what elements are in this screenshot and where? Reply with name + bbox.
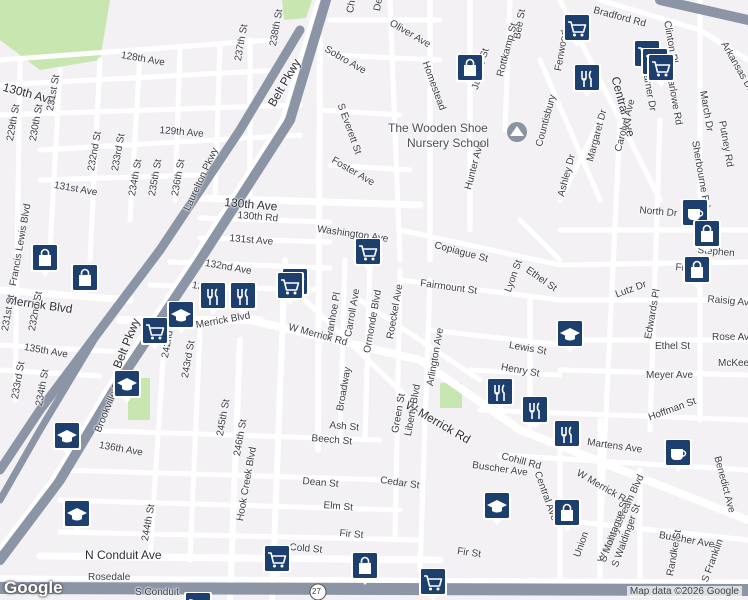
map-canvas[interactable]: CharlesDewitt StOliver AveBee StBradford… — [0, 0, 748, 600]
shopping-pin-icon[interactable] — [30, 242, 60, 278]
restaurant-pin-icon[interactable] — [228, 280, 258, 316]
street-label[interactable]: Rose Ave — [712, 332, 748, 343]
school-pin-icon[interactable] — [166, 299, 196, 335]
google-logo: Google — [4, 578, 63, 597]
grocery-pin-icon[interactable] — [140, 315, 170, 351]
restaurant-pin-icon[interactable] — [572, 62, 602, 98]
grocery-pin-icon[interactable] — [562, 12, 592, 48]
grocery-pin-icon[interactable] — [418, 566, 448, 600]
street-label[interactable]: S Conduit — [135, 587, 179, 598]
street-label[interactable]: Rosedale — [88, 572, 130, 583]
grocery-pin-icon[interactable] — [275, 270, 305, 306]
shopping-pin-icon[interactable] — [692, 218, 722, 254]
grocery-pin-icon[interactable] — [262, 543, 292, 579]
school-pin-icon[interactable] — [555, 318, 585, 354]
shopping-pin-icon[interactable] — [455, 52, 485, 88]
street-label[interactable]: McKee — [718, 358, 748, 369]
grocery-pin-icon[interactable] — [183, 590, 213, 600]
shopping-pin-icon[interactable] — [350, 550, 380, 586]
school-pin-icon[interactable] — [52, 420, 82, 456]
map-attribution: Map data ©2026 Google — [626, 586, 742, 597]
grocery-pin-icon[interactable] — [646, 52, 676, 88]
school-pin-icon[interactable] — [62, 498, 92, 534]
school-pin-icon[interactable] — [482, 490, 512, 526]
shopping-pin-icon[interactable] — [682, 254, 712, 290]
restaurant-pin-icon[interactable] — [520, 394, 550, 430]
cafe-pin-icon[interactable] — [663, 437, 693, 473]
poi-label-line2[interactable]: Nursery School — [407, 136, 489, 150]
poi-label-line1[interactable]: The Wooden Shoe — [388, 121, 488, 135]
restaurant-pin-icon[interactable] — [198, 280, 228, 316]
grocery-pin-icon[interactable] — [353, 236, 383, 272]
shopping-pin-icon[interactable] — [70, 262, 100, 298]
restaurant-pin-icon[interactable] — [485, 376, 515, 412]
school-pin-icon[interactable] — [112, 368, 142, 404]
route-shield-label: 27 — [312, 587, 321, 596]
street-label[interactable]: Meyer Ave — [646, 370, 693, 381]
street-label[interactable]: Fir St — [339, 528, 364, 541]
street-label[interactable]: N Conduit Ave — [85, 548, 162, 562]
restaurant-pin-icon[interactable] — [552, 418, 582, 454]
shopping-pin-icon[interactable] — [552, 497, 582, 533]
street-label[interactable]: Ethel St — [655, 341, 690, 352]
